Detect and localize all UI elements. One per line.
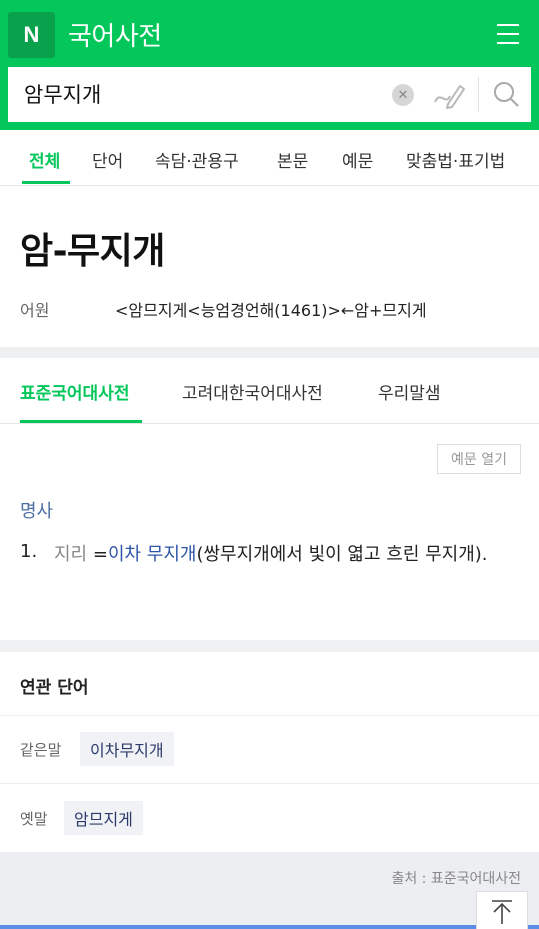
hamburger-menu-icon[interactable] — [497, 24, 519, 44]
pen-icon[interactable] — [432, 80, 466, 110]
section-divider — [0, 347, 539, 358]
synonym-link[interactable]: 이차 무지개 — [108, 544, 197, 565]
dictionary-tabs: 표준국어대사전 고려대한국어대사전 우리말샘 — [0, 358, 539, 424]
headword: 암-무지개 — [20, 231, 165, 272]
active-dictionary-indicator — [20, 420, 142, 423]
field-label: 지리 — [54, 544, 88, 565]
close-icon[interactable]: ✕ — [392, 84, 414, 106]
tab-all[interactable]: 전체 — [29, 147, 60, 172]
tab-standard-dictionary[interactable]: 표준국어대사전 — [20, 379, 129, 404]
tab-body[interactable]: 본문 — [277, 147, 308, 172]
search-input[interactable] — [24, 79, 364, 109]
scroll-top-button[interactable] — [476, 891, 528, 929]
tab-idioms[interactable]: 속담·관용구 — [155, 147, 239, 172]
related-word-chip[interactable]: 이차무지개 — [80, 732, 174, 766]
active-tab-indicator — [22, 181, 70, 184]
part-of-speech: 명사 — [20, 501, 54, 522]
app-header: N 국어사전 ✕ — [0, 0, 539, 130]
etymology-label: 어원 — [20, 301, 50, 320]
related-word-chip[interactable]: 암므지게 — [64, 801, 143, 835]
definition-gloss: (쌍무지개에서 빛이 엷고 흐린 무지개). — [196, 544, 488, 565]
search-divider — [478, 77, 479, 112]
search-box: ✕ — [8, 67, 531, 122]
tab-words[interactable]: 단어 — [92, 147, 123, 172]
tab-urimalsaem[interactable]: 우리말샘 — [378, 379, 441, 404]
related-row: 같은말 이차무지개 — [0, 715, 539, 783]
source-band: 출처 : 표준국어대사전 — [0, 852, 539, 929]
related-label: 옛말 — [20, 810, 48, 828]
related-words-title: 연관 단어 — [20, 678, 89, 698]
naver-logo[interactable]: N — [8, 12, 55, 58]
related-label: 같은말 — [20, 741, 62, 759]
definition-text: 지리 =이차 무지개(쌍무지개에서 빛이 엷고 흐린 무지개). — [54, 539, 519, 570]
search-tabs: 전체 단어 속담·관용구 본문 예문 맞춤법·표기법 — [0, 130, 539, 186]
source-text: 출처 : 표준국어대사전 — [391, 871, 521, 887]
tab-korea-univ-dictionary[interactable]: 고려대한국어대사전 — [182, 379, 323, 404]
tab-spelling[interactable]: 맞춤법·표기법 — [406, 147, 505, 172]
search-icon[interactable] — [491, 79, 521, 109]
definition-number: 1. — [20, 541, 38, 562]
open-examples-button[interactable]: 예문 열기 — [437, 444, 521, 474]
tab-examples[interactable]: 예문 — [342, 147, 373, 172]
etymology-text: <암므지게<능엄경언해(1461)>←암+므지게 — [115, 301, 427, 320]
equals-sign: = — [87, 544, 108, 565]
related-row: 옛말 암므지게 — [0, 783, 539, 852]
section-divider — [0, 640, 539, 652]
logo-letter: N — [23, 22, 40, 47]
bottom-accent-line — [0, 925, 539, 929]
arrow-up-icon — [492, 900, 512, 924]
app-title[interactable]: 국어사전 — [68, 16, 162, 53]
